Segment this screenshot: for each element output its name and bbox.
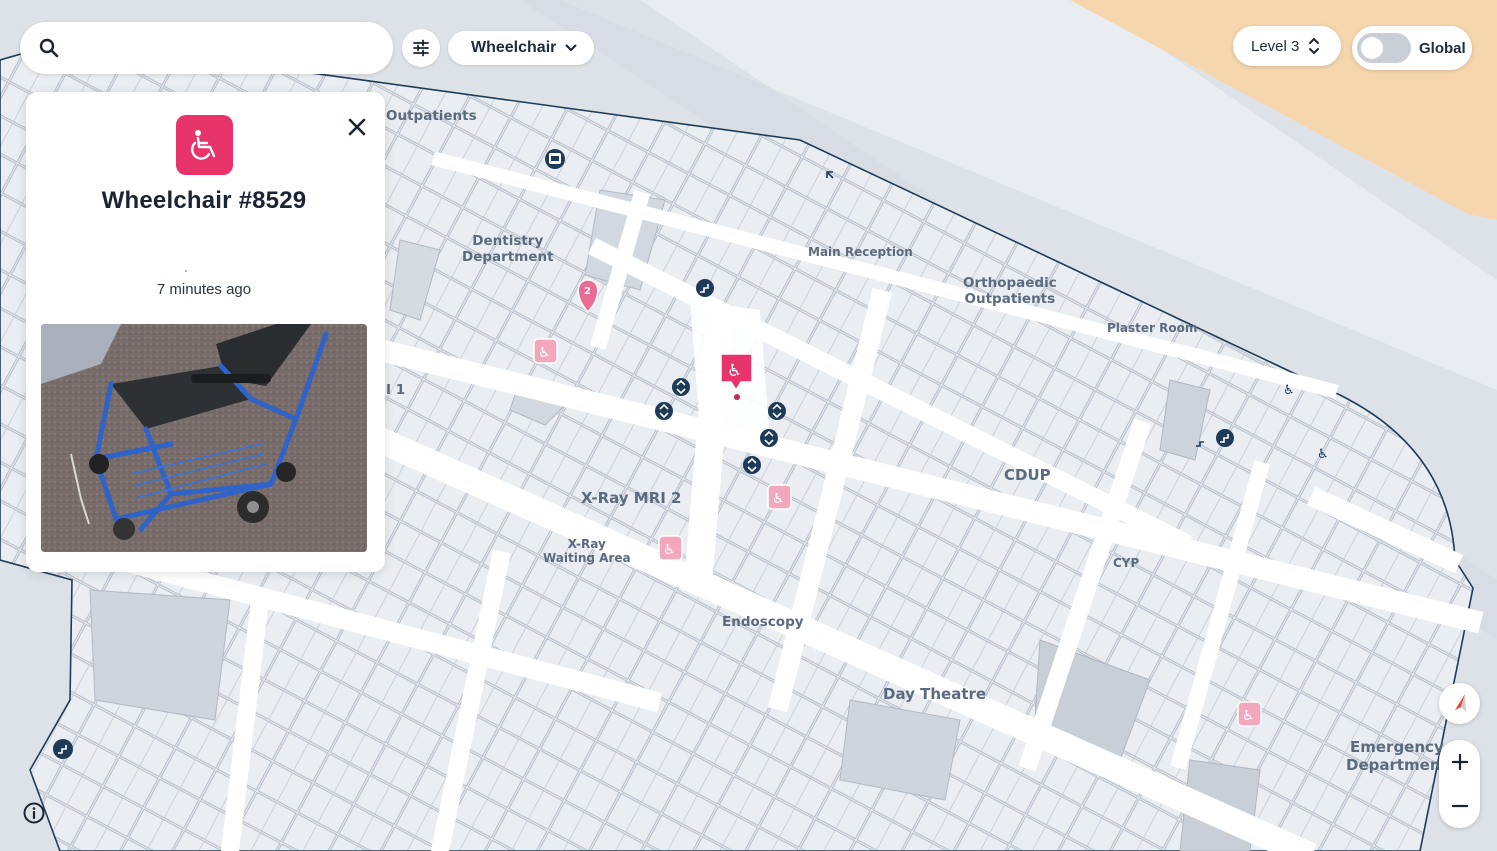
plus-icon xyxy=(1451,754,1468,770)
svg-text:♿: ♿ xyxy=(727,361,742,381)
map-label-outpatients: Outpatients xyxy=(386,108,477,124)
wheelchair-photo xyxy=(41,324,367,552)
map-label-plaster-room: Plaster Room xyxy=(1107,321,1198,335)
close-icon xyxy=(348,118,366,136)
search-input[interactable] xyxy=(70,32,380,64)
map-label-orthopaedic: Orthopaedic Outpatients xyxy=(963,275,1057,308)
asset-detail-panel: Wheelchair #8529 7 minutes ago xyxy=(26,92,385,572)
map-label-xray-mri: X-Ray MRI 2 xyxy=(581,489,682,507)
compass-icon xyxy=(1454,693,1466,712)
search-bar xyxy=(20,22,393,74)
map-label-endoscopy: Endoscopy xyxy=(722,614,804,630)
svg-text:♿: ♿ xyxy=(1242,708,1255,724)
filter-button[interactable] xyxy=(402,29,440,67)
map-label-xray-waiting: X-Ray Waiting Area xyxy=(543,537,631,566)
svg-text:♿: ♿ xyxy=(772,491,785,507)
global-label: Global xyxy=(1419,39,1466,57)
zoom-controls xyxy=(1439,740,1480,828)
map-label-dentistry: Dentistry Department xyxy=(462,233,554,266)
panel-title: Wheelchair #8529 xyxy=(101,187,307,214)
toggle-knob xyxy=(1361,37,1383,59)
info-icon xyxy=(23,802,45,824)
search-icon xyxy=(39,38,59,58)
level-selector[interactable]: Level 3 xyxy=(1233,26,1341,66)
global-toggle-container: Global xyxy=(1352,26,1472,70)
wheelchair-icon xyxy=(190,130,215,160)
chevron-down-icon xyxy=(565,44,577,52)
zoom-in-button[interactable] xyxy=(1439,740,1480,784)
map-label-cdup: CDUP xyxy=(1004,466,1051,484)
map-label-day-theatre: Day Theatre xyxy=(883,685,987,703)
map-label-cyp: CYP xyxy=(1113,556,1140,570)
zoom-out-button[interactable] xyxy=(1439,784,1480,828)
level-label: Level 3 xyxy=(1251,37,1300,55)
cluster-count[interactable]: 2 xyxy=(584,286,591,298)
global-toggle[interactable] xyxy=(1357,33,1411,63)
separator-dot xyxy=(185,270,187,272)
minus-icon xyxy=(1451,804,1468,808)
category-label: Wheelchair xyxy=(471,39,557,56)
compass-button[interactable] xyxy=(1439,683,1480,724)
category-dropdown[interactable]: Wheelchair xyxy=(448,31,594,65)
svg-text:♿: ♿ xyxy=(538,345,551,361)
svg-text:♿: ♿ xyxy=(663,542,676,558)
svg-text:♿: ♿ xyxy=(1283,383,1295,398)
close-button[interactable] xyxy=(344,114,370,140)
svg-text:♿: ♿ xyxy=(1317,447,1329,462)
map-label-main-reception: Main Reception xyxy=(808,245,913,259)
chevron-up-down-icon xyxy=(1309,37,1320,55)
info-button[interactable] xyxy=(22,801,46,825)
sliders-icon xyxy=(413,39,429,57)
wheelchair-badge xyxy=(176,115,233,175)
map-label-emergency: Emergency Department xyxy=(1346,738,1448,774)
last-seen-time: 7 minutes ago xyxy=(156,281,252,298)
map-label-i1: I 1 xyxy=(386,382,406,398)
